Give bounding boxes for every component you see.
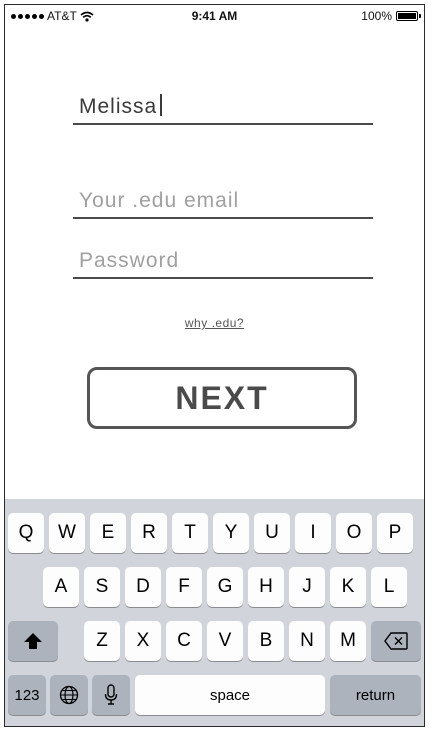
phone-screen: AT&T 9:41 AM 100% Melissa Your .edu emai…	[4, 4, 425, 727]
email-input[interactable]: Your .edu email	[73, 187, 373, 219]
key-v[interactable]: V	[207, 621, 243, 661]
key-s[interactable]: S	[84, 567, 120, 607]
key-n[interactable]: N	[289, 621, 325, 661]
backspace-key[interactable]	[371, 621, 421, 661]
microphone-icon	[104, 684, 118, 705]
key-c[interactable]: C	[166, 621, 202, 661]
next-button[interactable]: NEXT	[87, 367, 357, 429]
key-q[interactable]: Q	[8, 513, 44, 553]
key-t[interactable]: T	[172, 513, 208, 553]
key-o[interactable]: O	[336, 513, 372, 553]
globe-key[interactable]	[50, 675, 88, 715]
space-key[interactable]: space	[135, 675, 325, 715]
key-z[interactable]: Z	[84, 621, 120, 661]
numbers-key[interactable]: 123	[8, 675, 46, 715]
globe-icon	[59, 685, 79, 705]
key-u[interactable]: U	[254, 513, 290, 553]
key-l[interactable]: L	[371, 567, 407, 607]
key-i[interactable]: I	[295, 513, 331, 553]
battery-percent: 100%	[361, 9, 392, 23]
status-bar: AT&T 9:41 AM 100%	[5, 5, 424, 27]
key-f[interactable]: F	[166, 567, 202, 607]
password-placeholder: Password	[79, 249, 180, 272]
key-y[interactable]: Y	[213, 513, 249, 553]
key-d[interactable]: D	[125, 567, 161, 607]
key-r[interactable]: R	[131, 513, 167, 553]
battery-icon	[396, 11, 421, 21]
key-w[interactable]: W	[49, 513, 85, 553]
key-m[interactable]: M	[330, 621, 366, 661]
key-b[interactable]: B	[248, 621, 284, 661]
key-p[interactable]: P	[377, 513, 413, 553]
why-edu-link[interactable]: why .edu?	[5, 316, 424, 330]
key-j[interactable]: J	[289, 567, 325, 607]
key-k[interactable]: K	[330, 567, 366, 607]
key-h[interactable]: H	[248, 567, 284, 607]
name-input[interactable]: Melissa	[73, 93, 373, 125]
return-key[interactable]: return	[330, 675, 421, 715]
email-placeholder: Your .edu email	[79, 189, 240, 212]
password-input[interactable]: Password	[73, 247, 373, 279]
keyboard: Q W E R T Y U I O P A S D F G H J K L Z …	[5, 499, 424, 726]
key-e[interactable]: E	[90, 513, 126, 553]
text-caret	[160, 94, 162, 116]
battery-group: 100%	[361, 9, 421, 23]
microphone-key[interactable]	[92, 675, 130, 715]
key-g[interactable]: G	[207, 567, 243, 607]
shift-icon	[24, 633, 42, 649]
key-x[interactable]: X	[125, 621, 161, 661]
name-value: Melissa	[79, 95, 158, 118]
backspace-icon	[384, 632, 408, 650]
shift-key[interactable]	[8, 621, 58, 661]
key-a[interactable]: A	[43, 567, 79, 607]
